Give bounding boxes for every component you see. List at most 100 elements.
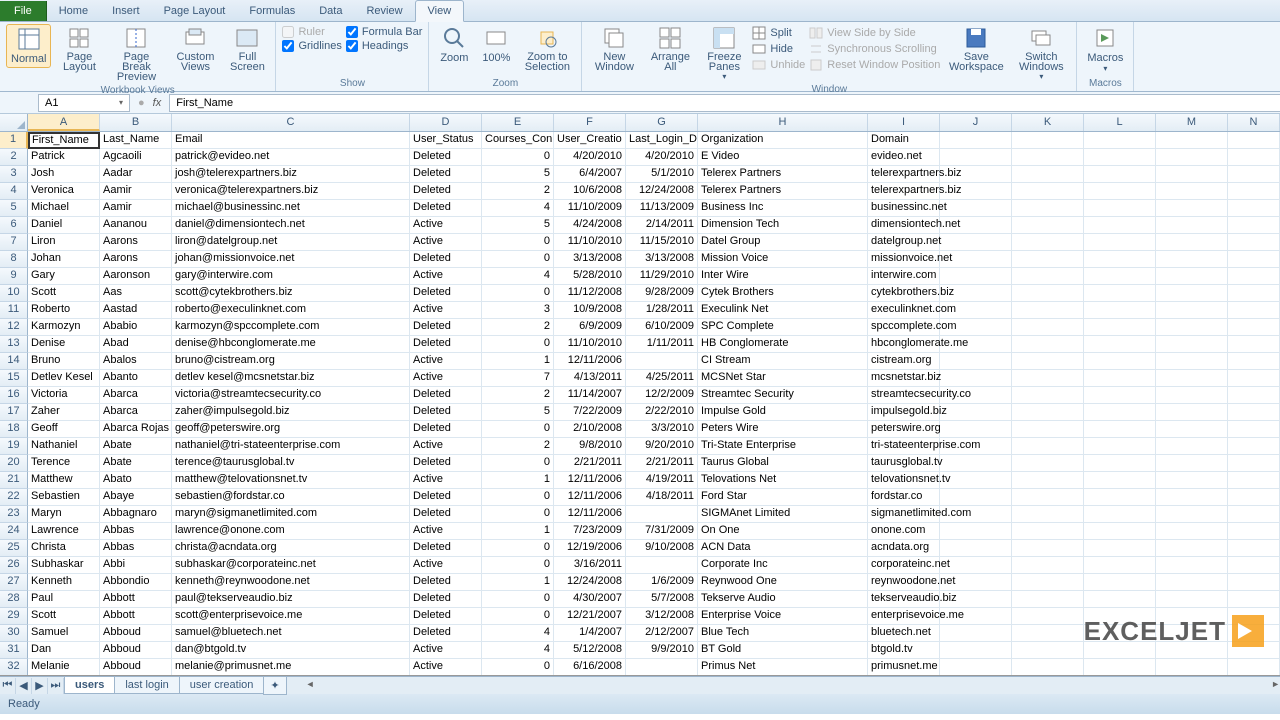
- cell[interactable]: 5: [482, 217, 554, 234]
- cell[interactable]: [1012, 166, 1084, 183]
- cell[interactable]: Geoff: [28, 421, 100, 438]
- cell[interactable]: 2/14/2011: [626, 217, 698, 234]
- cell[interactable]: [1156, 438, 1228, 455]
- cell[interactable]: 7/31/2009: [626, 523, 698, 540]
- cell[interactable]: [1228, 166, 1280, 183]
- cell[interactable]: [940, 149, 1012, 166]
- cell[interactable]: [940, 234, 1012, 251]
- cell[interactable]: 0: [482, 506, 554, 523]
- cell[interactable]: dan@btgold.tv: [172, 642, 410, 659]
- cell[interactable]: [1156, 642, 1228, 659]
- cell[interactable]: Abbi: [100, 557, 172, 574]
- cell[interactable]: cytekbrothers.biz: [868, 285, 940, 302]
- cell[interactable]: 9/8/2010: [554, 438, 626, 455]
- cell[interactable]: 4/13/2011: [554, 370, 626, 387]
- cell[interactable]: [940, 659, 1012, 676]
- cell[interactable]: daniel@dimensiontech.net: [172, 217, 410, 234]
- sheet-tab-last-login[interactable]: last login: [114, 677, 179, 694]
- cell[interactable]: Business Inc: [698, 200, 868, 217]
- row-header[interactable]: 6: [0, 217, 28, 234]
- cell[interactable]: 2/22/2010: [626, 404, 698, 421]
- cell[interactable]: [1012, 149, 1084, 166]
- cell[interactable]: Aarons: [100, 251, 172, 268]
- cell[interactable]: 6/10/2009: [626, 319, 698, 336]
- cell[interactable]: patrick@evideo.net: [172, 149, 410, 166]
- cell[interactable]: [1084, 455, 1156, 472]
- cell[interactable]: [1156, 149, 1228, 166]
- cell[interactable]: 6/4/2007: [554, 166, 626, 183]
- cell[interactable]: [940, 472, 1012, 489]
- cell[interactable]: impulsegold.biz: [868, 404, 940, 421]
- cell[interactable]: [1228, 455, 1280, 472]
- cell[interactable]: 1: [482, 472, 554, 489]
- cell[interactable]: 12/11/2006: [554, 353, 626, 370]
- col-header-b[interactable]: B: [100, 114, 172, 131]
- formula-bar-checkbox[interactable]: Formula Bar: [346, 26, 423, 38]
- cell[interactable]: 5/28/2010: [554, 268, 626, 285]
- zoom-button[interactable]: Zoom: [435, 24, 473, 66]
- cell[interactable]: [1012, 438, 1084, 455]
- cell[interactable]: Terence: [28, 455, 100, 472]
- cell[interactable]: Active: [410, 302, 482, 319]
- cell[interactable]: [1084, 234, 1156, 251]
- page-layout-button[interactable]: Page Layout: [55, 24, 103, 74]
- cell[interactable]: [1156, 166, 1228, 183]
- cell[interactable]: 5/1/2010: [626, 166, 698, 183]
- cell[interactable]: taurusglobal.tv: [868, 455, 940, 472]
- cell[interactable]: [940, 540, 1012, 557]
- cell[interactable]: [1012, 591, 1084, 608]
- cell[interactable]: Deleted: [410, 574, 482, 591]
- cell[interactable]: Aamir: [100, 183, 172, 200]
- cell[interactable]: 4/18/2011: [626, 489, 698, 506]
- cell[interactable]: [1084, 438, 1156, 455]
- cell[interactable]: Streamtec Security: [698, 387, 868, 404]
- cell[interactable]: 3: [482, 302, 554, 319]
- cell[interactable]: [1084, 472, 1156, 489]
- cell[interactable]: [1012, 404, 1084, 421]
- cell[interactable]: [940, 200, 1012, 217]
- cell[interactable]: Maryn: [28, 506, 100, 523]
- row-header[interactable]: 31: [0, 642, 28, 659]
- cell[interactable]: Abbagnaro: [100, 506, 172, 523]
- cell[interactable]: [1012, 421, 1084, 438]
- row-header[interactable]: 22: [0, 489, 28, 506]
- cell[interactable]: [1228, 489, 1280, 506]
- cell[interactable]: [940, 353, 1012, 370]
- gridlines-checkbox[interactable]: Gridlines: [282, 40, 341, 52]
- cell[interactable]: 4/30/2007: [554, 591, 626, 608]
- cell[interactable]: [626, 506, 698, 523]
- cell[interactable]: Deleted: [410, 625, 482, 642]
- cell[interactable]: Abbondio: [100, 574, 172, 591]
- cell[interactable]: 2/10/2008: [554, 421, 626, 438]
- cell[interactable]: liron@datelgroup.net: [172, 234, 410, 251]
- cell[interactable]: Scott: [28, 285, 100, 302]
- cell[interactable]: businessinc.net: [868, 200, 940, 217]
- cell[interactable]: Active: [410, 523, 482, 540]
- col-header-i[interactable]: I: [868, 114, 940, 131]
- cell[interactable]: 11/14/2007: [554, 387, 626, 404]
- cell[interactable]: [940, 523, 1012, 540]
- row-header[interactable]: 28: [0, 591, 28, 608]
- cell[interactable]: Aastad: [100, 302, 172, 319]
- cell[interactable]: [1012, 183, 1084, 200]
- cell[interactable]: MCSNet Star: [698, 370, 868, 387]
- cell[interactable]: veronica@telerexpartners.biz: [172, 183, 410, 200]
- row-header[interactable]: 30: [0, 625, 28, 642]
- cell[interactable]: Zaher: [28, 404, 100, 421]
- cell[interactable]: [1084, 268, 1156, 285]
- cell[interactable]: paul@tekserveaudio.biz: [172, 591, 410, 608]
- freeze-panes-button[interactable]: Freeze Panes ▾: [700, 24, 748, 83]
- cell[interactable]: streamtecsecurity.co: [868, 387, 940, 404]
- row-header[interactable]: 7: [0, 234, 28, 251]
- cell[interactable]: 4/20/2010: [626, 149, 698, 166]
- cell[interactable]: [940, 302, 1012, 319]
- cell[interactable]: [1012, 234, 1084, 251]
- row-header[interactable]: 13: [0, 336, 28, 353]
- cell[interactable]: [1084, 319, 1156, 336]
- cell[interactable]: 12/24/2008: [626, 183, 698, 200]
- row-header[interactable]: 2: [0, 149, 28, 166]
- cell[interactable]: [1012, 489, 1084, 506]
- tab-page-layout[interactable]: Page Layout: [152, 1, 238, 21]
- cell[interactable]: Aas: [100, 285, 172, 302]
- cell[interactable]: 2: [482, 319, 554, 336]
